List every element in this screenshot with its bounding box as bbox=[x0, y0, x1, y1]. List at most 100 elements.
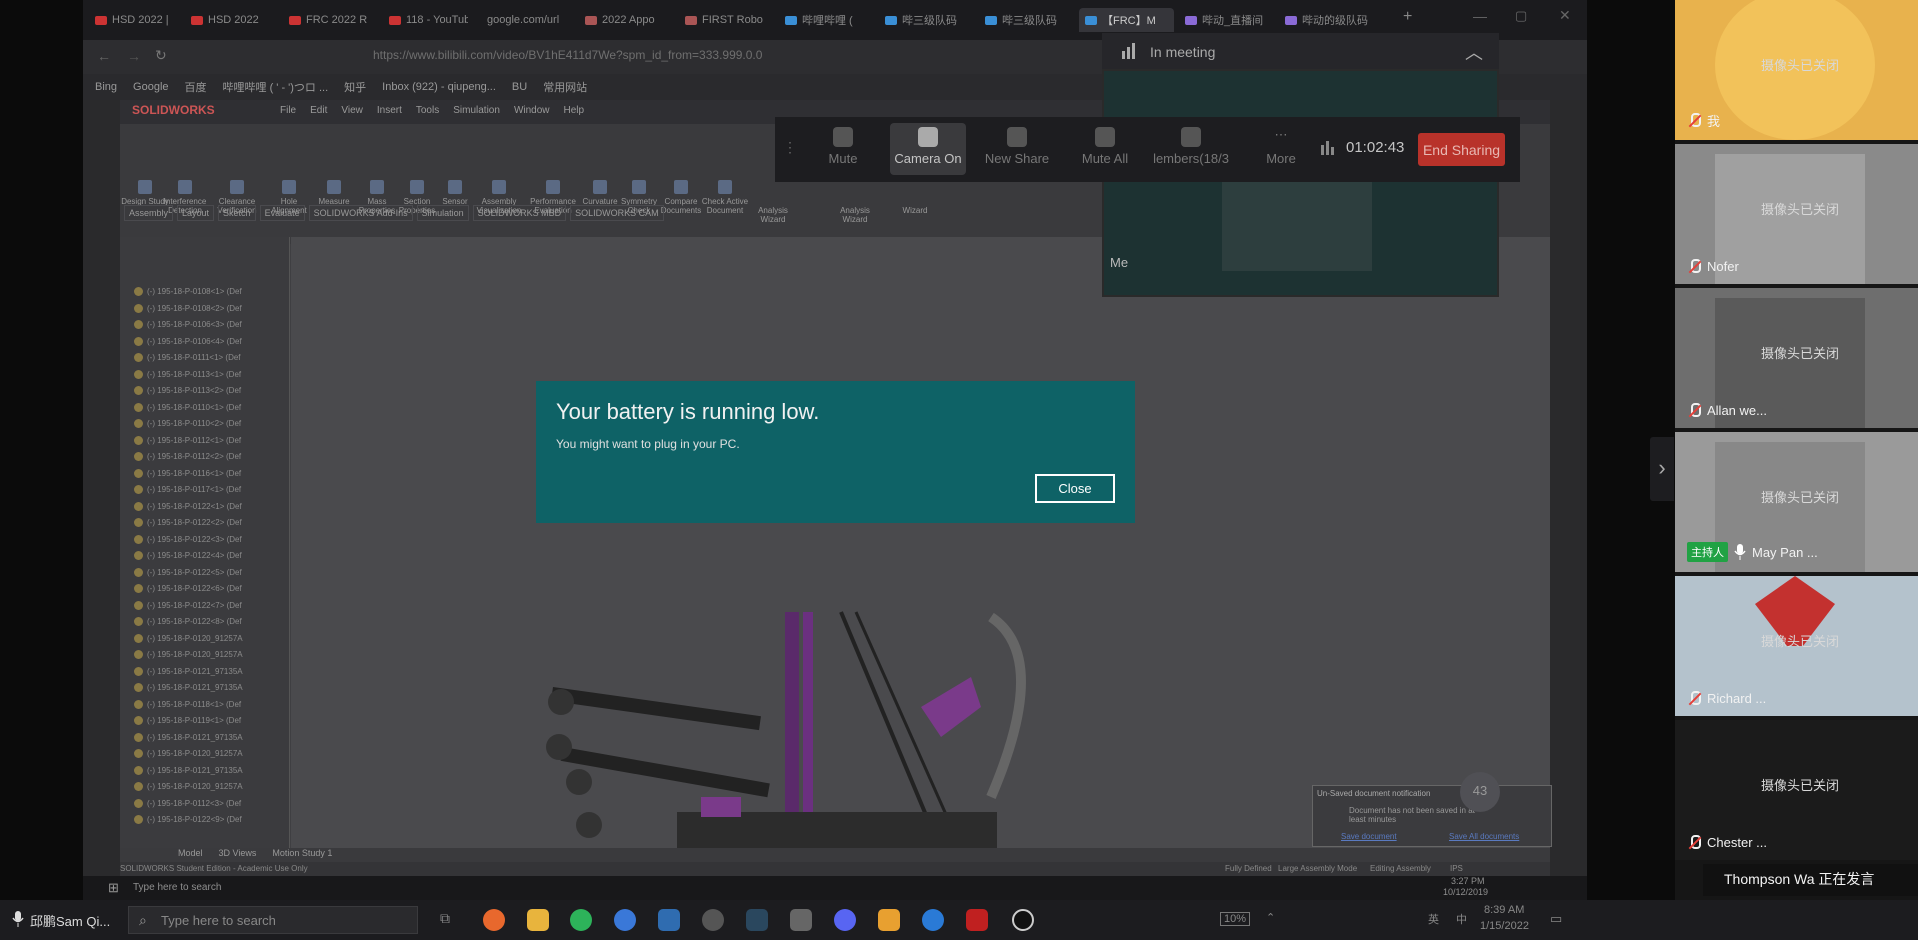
command-tab[interactable]: Layout bbox=[177, 205, 215, 221]
browser-tab[interactable]: 哔三级队码 bbox=[879, 8, 964, 32]
menu-item[interactable]: File bbox=[280, 105, 296, 116]
tree-item[interactable]: (-) 195-18-P-0112<1> (Def bbox=[134, 435, 241, 445]
browser-tab[interactable]: 2022 Appo bbox=[579, 8, 664, 32]
menu-item[interactable]: Help bbox=[564, 105, 585, 116]
end-sharing-button[interactable]: End Sharing bbox=[1418, 133, 1505, 166]
tree-item[interactable]: (-) 195-18-P-0112<3> (Def bbox=[134, 798, 241, 808]
tree-item[interactable]: (-) 195-18-P-0122<3> (Def bbox=[134, 534, 242, 544]
browser-tab[interactable]: 118 - YouTub bbox=[383, 8, 468, 32]
mail-icon[interactable] bbox=[658, 909, 680, 931]
tree-item[interactable]: (-) 195-18-P-0113<1> (Def bbox=[134, 369, 241, 379]
model-tab[interactable]: Model bbox=[178, 848, 203, 862]
mute-all-button[interactable]: Mute All bbox=[1067, 123, 1143, 175]
menu-item[interactable]: Edit bbox=[310, 105, 327, 116]
command-tab[interactable]: Assembly bbox=[124, 205, 174, 221]
self-video-preview[interactable]: Me bbox=[1102, 69, 1499, 297]
tree-item[interactable]: (-) 195-18-P-0121_97135A bbox=[134, 666, 243, 676]
browser-tab[interactable]: HSD 2022 | bbox=[89, 8, 174, 32]
menu-item[interactable]: View bbox=[341, 105, 363, 116]
expand-participants-icon[interactable]: › bbox=[1650, 437, 1674, 501]
save-document-link[interactable]: Save document bbox=[1341, 832, 1397, 841]
discord-icon[interactable] bbox=[834, 909, 856, 931]
command-tab[interactable]: Evaluate bbox=[259, 205, 305, 221]
ribbon-button[interactable]: Analysis Wizard bbox=[830, 206, 880, 224]
command-tab[interactable]: SOLIDWORKS MBD bbox=[472, 205, 567, 221]
wechat-icon[interactable] bbox=[570, 909, 592, 931]
command-tab[interactable]: Sketch bbox=[218, 205, 256, 221]
browser-tab[interactable]: 哔动_直播间 bbox=[1179, 8, 1274, 32]
todo-icon[interactable] bbox=[614, 909, 636, 931]
ribbon-button[interactable]: Wizard bbox=[890, 206, 940, 215]
tree-item[interactable]: (-) 195-18-P-0113<2> (Def bbox=[134, 386, 241, 395]
folder-app-icon[interactable] bbox=[878, 909, 900, 931]
browser-tab[interactable]: FIRST Robo bbox=[679, 8, 764, 32]
steam-icon[interactable] bbox=[746, 909, 768, 931]
refresh-icon[interactable]: ↻ bbox=[155, 47, 167, 64]
taskbar-search[interactable]: ⌕ Type here to search bbox=[128, 906, 418, 934]
meeting-app-icon[interactable] bbox=[922, 909, 944, 931]
tree-item[interactable]: (-) 195-18-P-0112<2> (Def bbox=[134, 452, 241, 461]
members-button[interactable]: lembers(18/3 bbox=[1141, 123, 1241, 175]
new-tab-icon[interactable]: + bbox=[1403, 8, 1412, 26]
ribbon-button[interactable]: Check Active Document bbox=[700, 180, 750, 215]
tree-item[interactable]: (-) 195-18-P-0120_91257A bbox=[134, 782, 243, 791]
tree-item[interactable]: (-) 195-18-P-0108<2> (Def bbox=[134, 303, 242, 313]
close-button[interactable]: Close bbox=[1035, 474, 1115, 503]
close-window-icon[interactable]: ✕ bbox=[1559, 7, 1571, 24]
file-explorer-icon[interactable] bbox=[527, 909, 549, 931]
tree-item[interactable]: (-) 195-18-P-0116<1> (Def bbox=[134, 468, 241, 478]
tree-item[interactable]: (-) 195-18-P-0117<1> (Def bbox=[134, 485, 241, 494]
tree-item[interactable]: (-) 195-18-P-0106<4> (Def bbox=[134, 336, 242, 346]
participant-tile[interactable]: 摄像头已关闭 Allan we... bbox=[1675, 288, 1918, 428]
bookmark[interactable]: 知乎 bbox=[344, 79, 366, 95]
tree-item[interactable]: (-) 195-18-P-0122<1> (Def bbox=[134, 501, 242, 511]
ribbon-button[interactable]: Analysis Wizard bbox=[748, 206, 798, 224]
tree-item[interactable]: (-) 195-18-P-0120_91257A bbox=[134, 650, 243, 659]
obs-icon[interactable] bbox=[1012, 909, 1034, 931]
tree-item[interactable]: (-) 195-18-P-0122<2> (Def bbox=[134, 518, 242, 527]
browser-tab[interactable]: 哔三级队码 bbox=[979, 8, 1064, 32]
browser-tab[interactable]: FRC 2022 R bbox=[283, 8, 368, 32]
save-all-link[interactable]: Save All documents bbox=[1449, 832, 1519, 841]
command-tab[interactable]: SOLIDWORKS CAM bbox=[570, 205, 664, 221]
bookmark[interactable]: 常用网站 bbox=[543, 79, 587, 95]
bookmark[interactable]: Inbox (922) - qiupeng... bbox=[382, 81, 496, 93]
browser-tab[interactable]: HSD 2022 bbox=[185, 8, 270, 32]
url-field[interactable]: https://www.bilibili.com/video/BV1hE411d… bbox=[373, 48, 762, 62]
language-indicator[interactable]: 英 bbox=[1428, 911, 1439, 927]
bookmark[interactable]: BU bbox=[512, 81, 527, 93]
ime-indicator[interactable]: 中 bbox=[1456, 911, 1467, 927]
zoom-level[interactable]: 10% bbox=[1220, 912, 1251, 926]
command-tab[interactable]: Simulation bbox=[416, 205, 469, 221]
settings-icon[interactable] bbox=[702, 909, 724, 931]
menu-item[interactable]: Window bbox=[514, 105, 550, 116]
tree-item[interactable]: (-) 195-18-P-0122<6> (Def bbox=[134, 584, 242, 593]
chevron-up-icon[interactable]: ⌃ bbox=[1266, 911, 1275, 924]
bookmark[interactable]: Google bbox=[133, 81, 168, 93]
tree-item[interactable]: (-) 195-18-P-0122<7> (Def bbox=[134, 600, 242, 610]
mute-button[interactable]: Mute bbox=[805, 123, 881, 175]
forward-icon[interactable]: → bbox=[127, 48, 141, 64]
model-tab[interactable]: Motion Study 1 bbox=[272, 848, 332, 862]
tree-item[interactable]: (-) 195-18-P-0122<8> (Def bbox=[134, 617, 242, 626]
more-button[interactable]: ⋯ More bbox=[1243, 123, 1319, 175]
tree-item[interactable]: (-) 195-18-P-0122<4> (Def bbox=[134, 551, 242, 560]
tree-item[interactable]: (-) 195-18-P-0110<2> (Def bbox=[134, 419, 241, 428]
maximize-icon[interactable]: ▢ bbox=[1515, 8, 1527, 24]
menu-item[interactable]: Tools bbox=[416, 105, 439, 116]
tree-item[interactable]: (-) 195-18-P-0121_97135A bbox=[134, 732, 243, 742]
browser-tab[interactable]: 哔哩哔哩 ( bbox=[779, 8, 864, 32]
camera-on-button[interactable]: Camera On bbox=[890, 123, 966, 175]
model-tab[interactable]: 3D Views bbox=[219, 848, 257, 862]
tree-item[interactable]: (-) 195-18-P-0108<1> (Def bbox=[134, 287, 242, 296]
participant-tile[interactable]: 摄像头已关闭 Richard ... bbox=[1675, 576, 1918, 716]
notifications-icon[interactable]: ▭ bbox=[1550, 911, 1562, 927]
bookmark[interactable]: Bing bbox=[95, 81, 117, 93]
minimize-icon[interactable]: — bbox=[1473, 8, 1487, 24]
tree-item[interactable]: (-) 195-18-P-0120_91257A bbox=[134, 749, 243, 758]
tree-item[interactable]: (-) 195-18-P-0120_91257A bbox=[134, 633, 243, 643]
clock-date[interactable]: 1/15/2022 bbox=[1480, 920, 1529, 932]
tree-item[interactable]: (-) 195-18-P-0118<1> (Def bbox=[134, 699, 241, 709]
new-share-button[interactable]: New Share bbox=[973, 123, 1061, 175]
bookmark[interactable]: 百度 bbox=[185, 79, 207, 95]
